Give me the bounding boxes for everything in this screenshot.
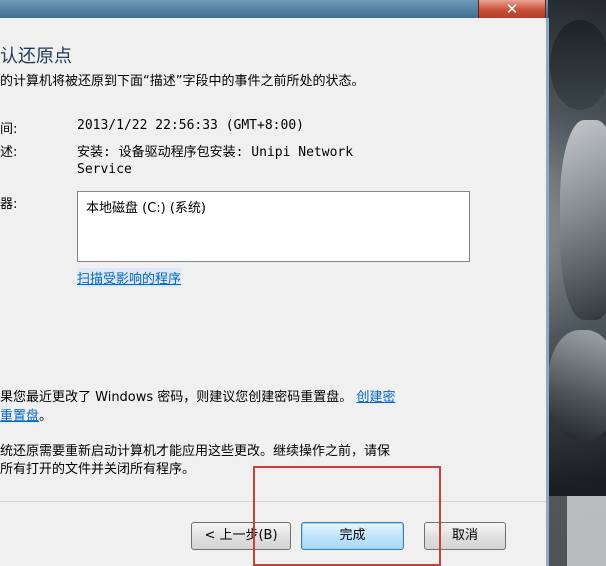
- description-value-line2: Service: [77, 162, 132, 177]
- time-value: 2013/1/22 22:56:33 (GMT+8:00): [77, 118, 304, 133]
- window-title-bar[interactable]: [0, 0, 548, 18]
- drive-item[interactable]: 本地磁盘 (C:) (系统): [86, 197, 206, 216]
- drives-list[interactable]: 本地磁盘 (C:) (系统): [77, 191, 470, 262]
- time-label: 时间:: [0, 122, 18, 137]
- annotation-highlight-box: [253, 466, 441, 566]
- scan-affected-programs-link[interactable]: 扫描受影响的程序: [77, 268, 182, 287]
- create-password-reset-disk-link[interactable]: 创建密: [356, 390, 395, 405]
- restart-note-line1: 系统还原需要重新启动计算机才能应用这些更改。继续操作之前，请保: [0, 444, 391, 459]
- create-password-reset-disk-link-cont[interactable]: 码重置盘: [0, 409, 39, 424]
- password-note-text: 如果您最近更改了 Windows 密码，则建议您创建密码重置盘。: [0, 390, 353, 405]
- wallpaper-shape: [550, 20, 606, 110]
- page-title: 确认还原点: [0, 46, 72, 67]
- drives-label: 驱动器:: [0, 197, 18, 212]
- wallpaper-shape: [548, 330, 606, 440]
- intro-text: 您的计算机将被还原到下面“描述”字段中的事件之前所处的状态。: [0, 74, 365, 89]
- description-value-line1: 安装: 设备驱动程序包安装: Unipi Network: [77, 145, 354, 160]
- password-note-end: 。: [39, 409, 53, 424]
- password-note: 如果您最近更改了 Windows 密码，则建议您创建密码重置盘。 创建密 码重置…: [0, 388, 477, 426]
- restart-note-line2: 存所有打开的文件并关闭所有程序。: [0, 462, 196, 477]
- close-icon: ✕: [505, 0, 519, 18]
- wallpaper-shape: [560, 120, 606, 320]
- description-label: 描述:: [0, 145, 18, 160]
